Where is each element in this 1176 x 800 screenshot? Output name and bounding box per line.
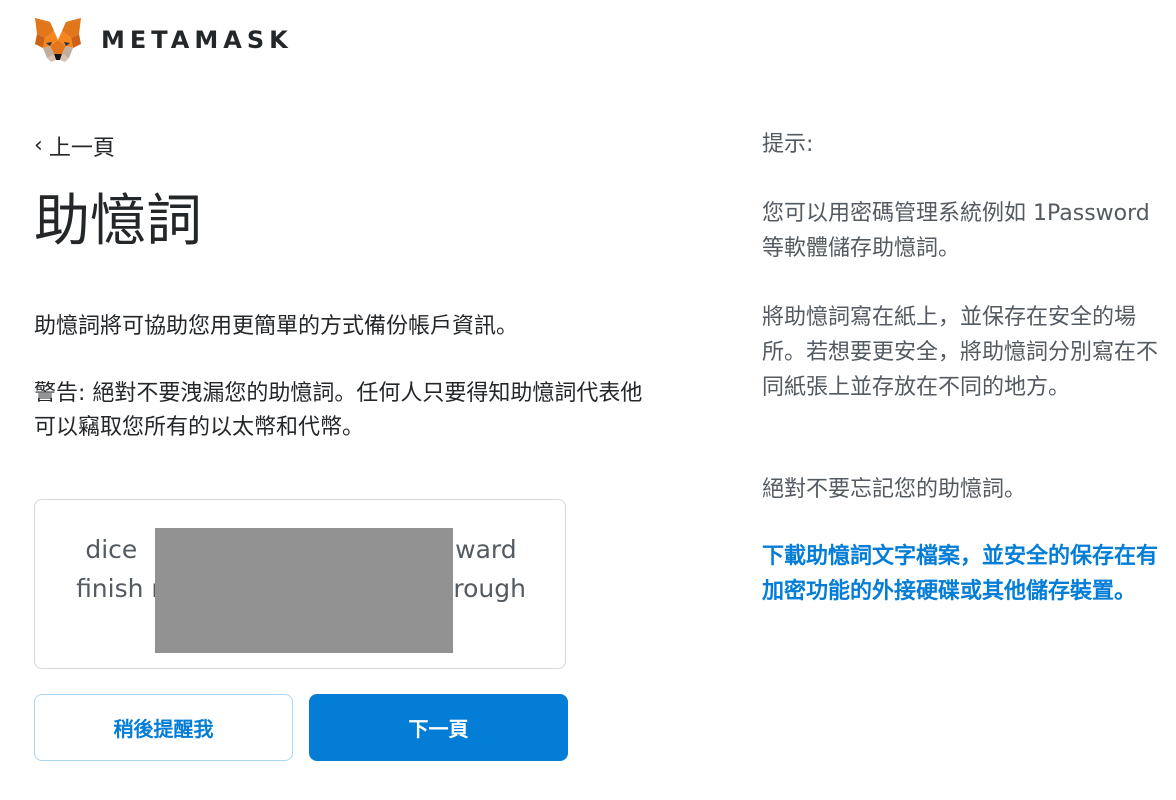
tips-panel: 提示: 您可以用密碼管理系統例如 1Password 等軟體儲存助憶詞。 將助憶… bbox=[762, 128, 1162, 604]
tip-password-manager: 您可以用密碼管理系統例如 1Password 等軟體儲存助憶詞。 bbox=[762, 201, 1150, 261]
download-phrase-link[interactable]: 下載助憶詞文字檔案，並安全的保存在有加密功能的外接硬碟或其他儲存裝置。 bbox=[762, 539, 1162, 609]
seed-phrase-box: dice ward finish n rough bbox=[34, 499, 566, 669]
redaction-block bbox=[155, 528, 453, 653]
metamask-fox-icon bbox=[35, 18, 81, 62]
chevron-left-icon: ‹ bbox=[34, 133, 43, 158]
app-header: METAMASK bbox=[33, 16, 293, 64]
next-button[interactable]: 下一頁 bbox=[309, 694, 568, 761]
tip-write-on-paper: 將助憶詞寫在紙上，並保存在安全的場所。若想要更安全，將助憶詞分別寫在不同紙張上並… bbox=[762, 305, 1159, 400]
back-link[interactable]: ‹ 上一頁 bbox=[34, 130, 115, 162]
remind-later-button[interactable]: 稍後提醒我 bbox=[34, 694, 293, 761]
tips-heading: 提示: bbox=[762, 132, 814, 157]
brand-wordmark: METAMASK bbox=[101, 26, 293, 54]
page-title: 助憶詞 bbox=[34, 189, 202, 254]
back-label: 上一頁 bbox=[48, 136, 115, 161]
seed-phrase-page: METAMASK ‹ 上一頁 助憶詞 助憶詞將可協助您用更簡單的方式備份帳戶資訊… bbox=[0, 0, 1176, 800]
description-text: 助憶詞將可協助您用更簡單的方式備份帳戶資訊。 bbox=[34, 314, 519, 339]
warning-text: 警告: 絕對不要洩漏您的助憶詞。任何人只要得知助憶詞代表他可以竊取您所有的以太幣… bbox=[34, 381, 643, 440]
tip-never-forget: 絕對不要忘記您的助憶詞。 bbox=[762, 477, 1027, 502]
